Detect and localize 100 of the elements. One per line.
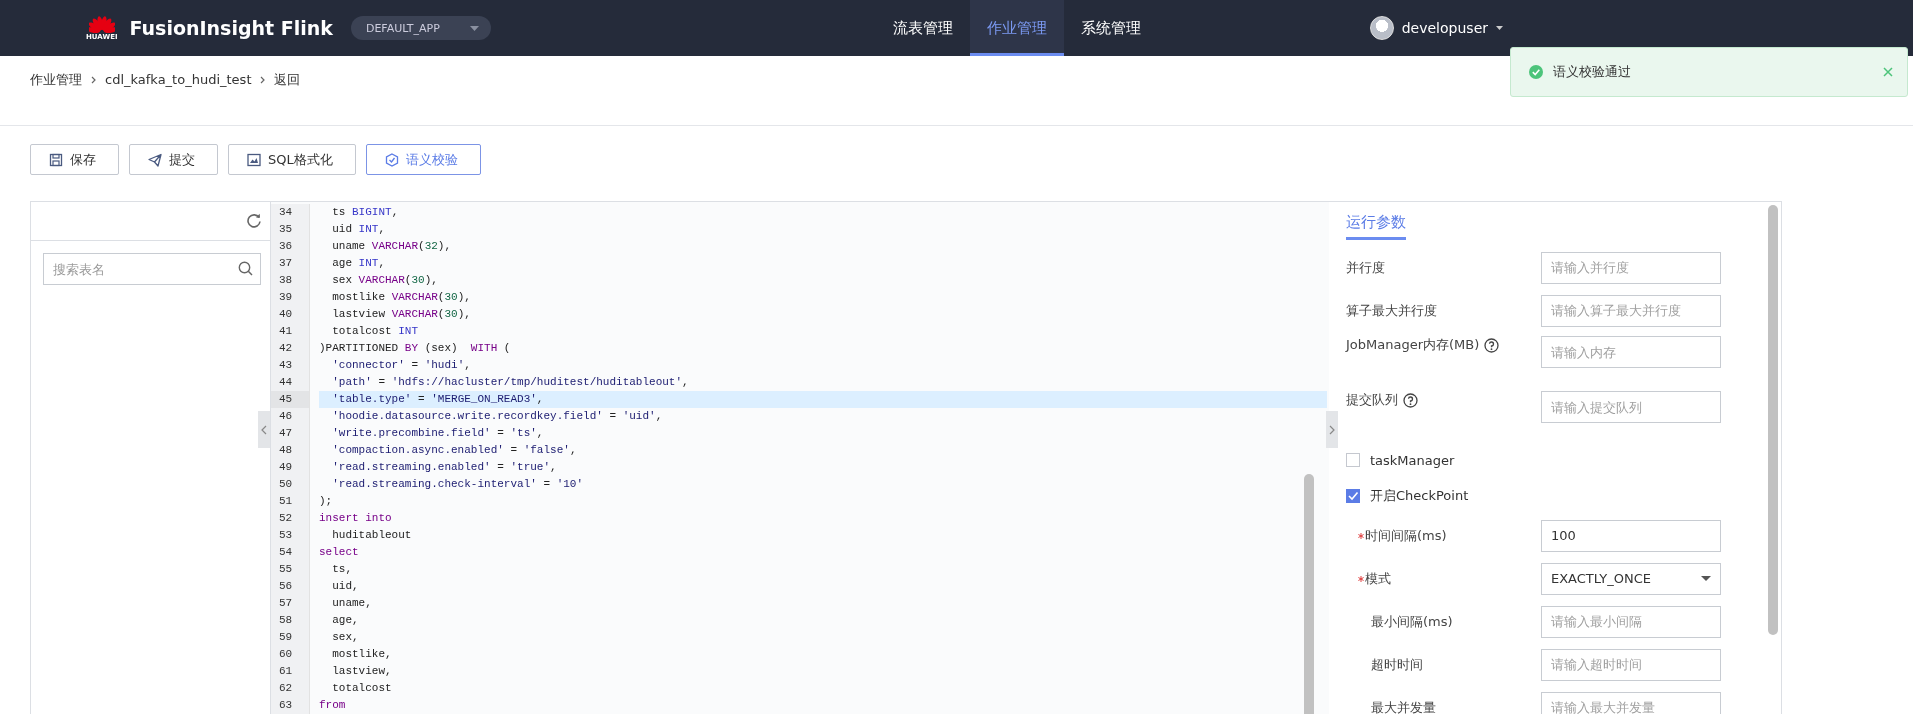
help-icon[interactable] — [1484, 337, 1500, 353]
input-field[interactable]: 请输入最大并发量 — [1541, 691, 1721, 714]
field-label: 并行度 — [1346, 258, 1385, 277]
petal-logo-icon — [88, 15, 115, 33]
line-number: 62 — [271, 680, 310, 697]
scrollbar-thumb[interactable] — [1768, 205, 1778, 635]
code-line: 'read.streaming.check-interval' = '10' — [331, 477, 585, 492]
line-number: 63 — [271, 697, 310, 714]
paper-plane-icon — [148, 152, 162, 167]
line-number: 42 — [271, 340, 310, 357]
code-line: sex VARCHAR(30), — [331, 273, 439, 288]
collapse-handle[interactable] — [258, 411, 270, 448]
code-line: uid INT, — [331, 222, 387, 237]
app-selector[interactable]: DEFAULT_APP — [350, 16, 491, 40]
toolbar-button[interactable]: 保存 — [30, 144, 119, 175]
nav-tab[interactable]: 流表管理 — [876, 0, 970, 56]
nav-tab[interactable]: 系统管理 — [1064, 0, 1158, 56]
line-number: 54 — [271, 544, 310, 561]
line-number: 53 — [271, 527, 310, 544]
field-label: 算子最大并行度 — [1346, 301, 1437, 320]
toolbar-button[interactable]: 提交 — [129, 144, 218, 175]
input-field[interactable]: 请输入算子最大并行度 — [1541, 294, 1721, 327]
code-line: 'connector' = 'hudi', — [331, 358, 472, 373]
caret-icon — [1496, 26, 1503, 30]
input-field[interactable]: 请输入提交队列 — [1541, 391, 1721, 423]
line-number: 36 — [271, 238, 310, 255]
toast-message: 语义校验通过 — [1553, 63, 1632, 81]
checkbox-label[interactable]: 开启CheckPoint — [1370, 487, 1469, 505]
code-line: 'compaction.async.enabled' = 'false', — [331, 443, 578, 458]
collapse-handle[interactable] — [1326, 411, 1338, 448]
code-line: ts, — [331, 562, 353, 577]
line-number: 59 — [271, 629, 310, 646]
code-line: age, — [331, 613, 360, 628]
line-number: 52 — [271, 510, 310, 527]
input-field[interactable]: 请输入超时时间 — [1541, 648, 1721, 681]
code-line: mostlike, — [331, 647, 393, 662]
check-icon — [1347, 491, 1359, 501]
line-number: 41 — [271, 323, 310, 340]
nav-tab[interactable]: 作业管理 — [970, 0, 1064, 56]
input-field[interactable]: 100 — [1541, 519, 1721, 552]
code-line: huditableout — [331, 528, 413, 543]
search-icon[interactable] — [238, 261, 253, 276]
refresh-icon[interactable] — [246, 213, 262, 229]
code-line: ); — [319, 494, 334, 509]
line-number: 35 — [271, 221, 310, 238]
field-label: 最大并发量 — [1371, 698, 1436, 714]
line-number: 61 — [271, 663, 310, 680]
dropdown[interactable]: EXACTLY_ONCE — [1541, 562, 1721, 595]
input-field[interactable]: 请输入并行度 — [1541, 251, 1721, 284]
chevron-icon — [261, 424, 267, 435]
breadcrumb-link[interactable]: cdl_kafka_to_hudi_test — [105, 72, 252, 87]
code-line: ts BIGINT, — [331, 205, 400, 220]
input-field[interactable]: 请输入内存 — [1541, 336, 1721, 368]
field-label: 超时时间 — [1371, 655, 1423, 674]
line-number: 40 — [271, 306, 310, 323]
breadcrumb-link[interactable]: 作业管理 — [30, 70, 82, 89]
panel-tab[interactable]: 运行参数 — [1346, 213, 1406, 240]
line-number: 37 — [271, 255, 310, 272]
code-line: lastview, — [331, 664, 393, 679]
help-icon[interactable] — [1403, 392, 1418, 408]
code-editor[interactable] — [271, 202, 1329, 714]
chevron-icon — [1329, 424, 1335, 435]
image-frame-icon — [247, 152, 261, 167]
toolbar-button[interactable]: SQL格式化 — [228, 144, 356, 175]
code-line: uid, — [331, 579, 360, 594]
line-number: 45 — [271, 391, 310, 408]
field-label: 提交队列 — [1346, 391, 1398, 409]
chevron-icon — [260, 75, 266, 84]
toolbar-button[interactable]: 语义校验 — [365, 144, 481, 175]
code-line: uname, — [331, 596, 373, 611]
input-field[interactable]: 请输入最小间隔 — [1541, 605, 1721, 638]
check-circle-icon — [1529, 65, 1543, 79]
field-label: 最小间隔(ms) — [1371, 612, 1453, 631]
field-label: JobManager内存(MB) — [1346, 336, 1480, 354]
caret-icon — [469, 25, 479, 31]
line-number: 56 — [271, 578, 310, 595]
breadcrumb-link[interactable]: 返回 — [274, 70, 301, 89]
code-line: uname VARCHAR(32), — [331, 239, 453, 254]
checkbox[interactable] — [1346, 453, 1360, 467]
line-number: 58 — [271, 612, 310, 629]
line-number: 47 — [271, 425, 310, 442]
code-line: select — [319, 545, 360, 560]
line-number: 43 — [271, 357, 310, 374]
scrollbar-thumb[interactable] — [1304, 474, 1314, 714]
line-number: 60 — [271, 646, 310, 663]
code-line: totalcost INT — [331, 324, 420, 339]
hexagon-check-icon — [384, 152, 399, 167]
code-line: 'read.streaming.enabled' = 'true', — [331, 460, 558, 475]
user-name[interactable]: developuser — [1401, 20, 1488, 36]
line-number: 34 — [271, 204, 310, 221]
checkbox[interactable] — [1346, 489, 1360, 503]
code-line: totalcost — [331, 681, 393, 696]
close-icon[interactable] — [1883, 67, 1893, 77]
line-number: 50 — [271, 476, 310, 493]
line-number: 46 — [271, 408, 310, 425]
search-field[interactable]: 搜索表名 — [43, 253, 261, 285]
line-number: 49 — [271, 459, 310, 476]
avatar[interactable] — [1369, 16, 1394, 40]
checkbox-label[interactable]: taskManager — [1370, 452, 1455, 468]
line-number: 38 — [271, 272, 310, 289]
